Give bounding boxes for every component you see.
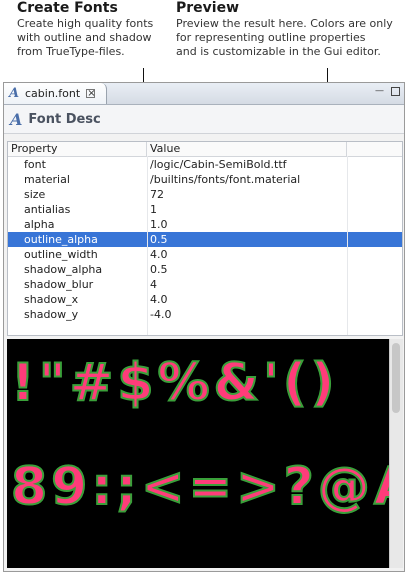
editor-tab-bar: A cabin.font × — [4,83,404,105]
scrollbar-thumb[interactable] [392,343,400,413]
column-divider [147,156,148,335]
property-name: shadow_x [24,293,79,306]
property-name: outline_width [24,248,98,261]
table-row[interactable]: shadow_alpha 0.5 [8,262,402,277]
preview-callout: Preview Preview the result here. Colors … [176,0,408,59]
table-header: Property Value [8,142,402,157]
callout-title-preview: Preview [176,0,240,16]
table-row[interactable]: antialias 1 [8,202,402,217]
table-row[interactable]: shadow_blur 4 [8,277,402,292]
property-value[interactable]: 4 [147,277,347,292]
column-header-value[interactable]: Value [147,142,347,156]
font-preview-canvas: !"#$%&'() 89:;<=>?@A [7,339,403,568]
table-row[interactable]: size 72 [8,187,402,202]
table-row[interactable]: material /builtins/fonts/font.material [8,172,402,187]
preview-scrollbar[interactable] [389,339,403,568]
table-row[interactable]: outline_width 4.0 [8,247,402,262]
property-value[interactable]: -4.0 [147,307,347,322]
property-value[interactable]: /builtins/fonts/font.material [147,172,347,187]
property-name: outline_alpha [24,233,98,246]
table-row[interactable]: shadow_y -4.0 [8,307,402,322]
font-desc-icon: A [10,109,23,129]
create-fonts-callout: Create Fonts Create high quality fonts w… [17,0,167,59]
property-name: material [24,173,70,186]
property-name: alpha [24,218,55,231]
preview-glyphs-line-2: 89:;<=>?@A [10,456,403,518]
property-value[interactable]: 4.0 [147,292,347,307]
callout-title-create-fonts: Create Fonts [17,0,118,16]
editor-title-bar: A Font Desc [4,105,404,134]
maximize-button[interactable] [391,87,400,96]
property-name: shadow_y [24,308,79,321]
page-title: Font Desc [28,111,101,127]
property-value[interactable]: 1.0 [147,217,347,232]
tab-label: cabin.font [25,87,81,100]
property-name: shadow_alpha [24,263,103,276]
column-divider [347,156,348,335]
property-value[interactable]: 0.5 [147,232,347,247]
table-row[interactable]: font /logic/Cabin-SemiBold.ttf [8,157,402,172]
property-name: antialias [24,203,71,216]
property-value[interactable]: /logic/Cabin-SemiBold.ttf [147,157,347,172]
table-row[interactable]: shadow_x 4.0 [8,292,402,307]
callout-body-preview: Preview the result here. Colors are only… [176,17,393,58]
property-table: Property Value font /logic/Cabin-SemiBol… [7,141,403,336]
table-row[interactable]: alpha 1.0 [8,217,402,232]
property-name: shadow_blur [24,278,94,291]
property-value[interactable]: 72 [147,187,347,202]
column-header-property[interactable]: Property [8,142,147,156]
property-value[interactable]: 1 [147,202,347,217]
minimize-button[interactable]: — [375,87,384,96]
table-row-selected[interactable]: outline_alpha 0.5 [8,232,402,247]
tab-cabin-font[interactable]: A cabin.font × [4,83,107,104]
callout-body-create-fonts: Create high quality fonts with outline a… [17,17,154,58]
property-name: size [24,188,46,201]
close-icon[interactable]: × [86,89,96,99]
property-name: font [24,158,46,171]
property-value[interactable]: 4.0 [147,247,347,262]
property-value[interactable]: 0.5 [147,262,347,277]
font-editor-window: A cabin.font × — A Font Desc Property Va… [3,82,405,572]
font-file-icon: A [8,85,20,101]
preview-glyphs-line-1: !"#$%&'() [10,352,339,414]
